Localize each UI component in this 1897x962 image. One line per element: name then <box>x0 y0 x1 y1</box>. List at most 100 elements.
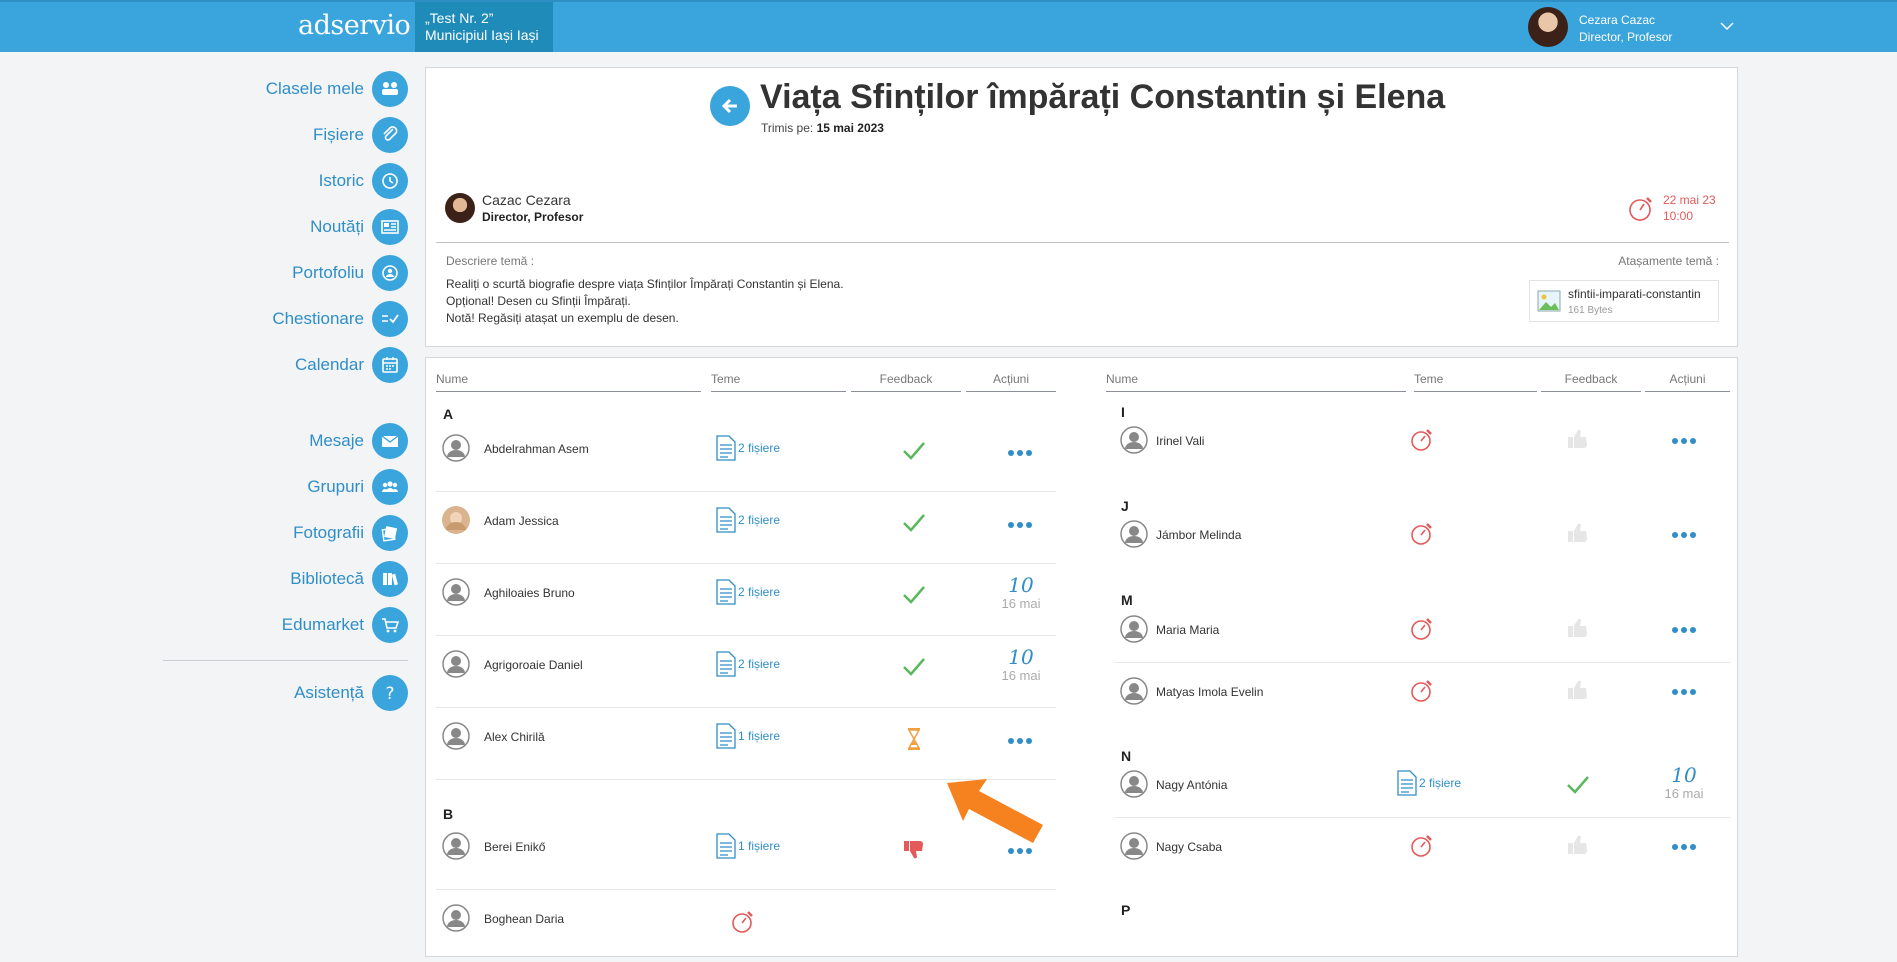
user-placeholder-icon <box>1120 832 1148 860</box>
more-options-icon[interactable] <box>1671 625 1697 635</box>
news-icon <box>372 209 408 245</box>
thumbs-down-icon <box>904 841 923 859</box>
sent-label: Trimis pe: <box>761 121 814 135</box>
more-options-icon[interactable] <box>1007 448 1033 458</box>
table-row: Aghiloaies Bruno 2 fișiere 10 16 mai <box>436 564 1056 636</box>
thumbs-up-icon <box>1568 680 1587 699</box>
user-placeholder-icon <box>442 722 470 750</box>
student-name[interactable]: Boghean Daria <box>484 912 564 926</box>
sidebar-item-help[interactable]: Asistență ? <box>294 674 408 712</box>
description-line: Notă! Regăsiți atașat un exemplu de dese… <box>446 311 679 325</box>
student-name[interactable]: Matyas Imola Evelin <box>1156 685 1263 699</box>
student-name[interactable]: Agrigoroaie Daniel <box>484 658 583 672</box>
student-name[interactable]: Abdelrahman Asem <box>484 442 589 456</box>
files-link[interactable]: 1 fișiere <box>716 833 780 859</box>
back-button[interactable] <box>710 86 750 126</box>
more-options-icon[interactable] <box>1007 520 1033 530</box>
sidebar-item-label: Fișiere <box>312 125 364 144</box>
attachment-item[interactable]: sfintii-imparati-constantin 161 Bytes <box>1529 280 1719 322</box>
more-options-icon[interactable] <box>1671 436 1697 446</box>
student-name[interactable]: Aghiloaies Bruno <box>484 586 575 600</box>
files-link[interactable]: 2 fișiere <box>716 579 780 605</box>
sidebar-item-groups[interactable]: Grupuri <box>307 468 408 506</box>
author-avatar <box>445 193 475 223</box>
attachment-size: 161 Bytes <box>1568 305 1613 316</box>
cart-icon <box>372 607 408 643</box>
sidebar-item-questionnaires[interactable]: Chestionare <box>272 300 408 338</box>
table-row: Matyas Imola Evelin <box>1114 663 1730 725</box>
table-row: Alex Chirilă 1 fișiere <box>436 708 1056 780</box>
sidebar-item-classes[interactable]: Clasele mele <box>266 70 408 108</box>
files-link[interactable]: 1 fișiere <box>716 723 780 749</box>
checkmark-icon <box>903 514 925 532</box>
table-row: Irinel Vali <box>1114 412 1730 484</box>
files-link[interactable]: 2 fișiere <box>716 651 780 677</box>
column-header-homework: Teme <box>1414 372 1537 392</box>
files-link[interactable]: 2 fișiere <box>716 507 780 533</box>
column-header-actions: Acțiuni <box>966 372 1056 392</box>
sidebar-item-edumarket[interactable]: Edumarket <box>282 606 408 644</box>
student-name[interactable]: Irinel Vali <box>1156 434 1204 448</box>
sent-date-value: 15 mai 2023 <box>816 121 884 135</box>
student-name[interactable]: Maria Maria <box>1156 623 1219 637</box>
student-name[interactable]: Nagy Csaba <box>1156 840 1222 854</box>
more-options-icon[interactable] <box>1671 530 1697 540</box>
classes-icon <box>372 71 408 107</box>
more-options-icon[interactable] <box>1671 687 1697 697</box>
library-icon <box>372 561 408 597</box>
chevron-down-icon[interactable] <box>1718 17 1736 35</box>
stopwatch-icon <box>1411 523 1432 545</box>
stopwatch-icon <box>1411 429 1432 451</box>
checklist-icon <box>372 301 408 337</box>
user-avatar[interactable] <box>1528 7 1568 47</box>
photos-icon <box>372 515 408 551</box>
files-link[interactable]: 2 fișiere <box>716 435 780 461</box>
sidebar-item-messages[interactable]: Mesaje <box>309 422 408 460</box>
more-options-icon[interactable] <box>1007 736 1033 746</box>
sent-date: Trimis pe: 15 mai 2023 <box>761 121 884 135</box>
more-options-icon[interactable] <box>1007 846 1033 856</box>
grade[interactable]: 10 16 mai <box>1654 764 1714 802</box>
document-icon <box>716 579 736 605</box>
student-name[interactable]: Jámbor Melinda <box>1156 528 1241 542</box>
student-name[interactable]: Adam Jessica <box>484 514 559 528</box>
student-name[interactable]: Nagy Antónia <box>1156 778 1227 792</box>
sidebar-item-library[interactable]: Bibliotecă <box>290 560 408 598</box>
sidebar-item-label: Asistență <box>294 683 364 702</box>
files-link[interactable]: 2 fișiere <box>1397 770 1461 796</box>
grade[interactable]: 10 16 mai <box>991 574 1051 612</box>
more-options-icon[interactable] <box>1671 842 1697 852</box>
sidebar-item-history[interactable]: Istoric <box>319 162 408 200</box>
sidebar-item-news[interactable]: Noutăți <box>310 208 408 246</box>
sidebar-item-photos[interactable]: Fotografii <box>293 514 408 552</box>
homework-details-card: Viața Sfinților împărați Constantin și E… <box>425 67 1738 347</box>
document-icon <box>1397 770 1417 796</box>
grade-date: 16 mai <box>1001 596 1041 611</box>
user-menu[interactable]: Cezara Cazac Director, Profesor <box>1579 12 1672 46</box>
checkmark-icon <box>903 658 925 676</box>
column-header-name: Nume <box>436 372 701 392</box>
student-name[interactable]: Alex Chirilă <box>484 730 545 744</box>
attachments-label: Atașamente temă : <box>1618 254 1719 268</box>
school-selector[interactable]: „Test Nr. 2” Municipiul Iași Iași <box>415 2 553 52</box>
files-count: 1 fișiere <box>738 729 781 743</box>
sidebar-item-files[interactable]: Fișiere <box>313 116 408 154</box>
description: Realiți o scurtă biografie despre viața … <box>446 276 844 327</box>
column-header-feedback: Feedback <box>1541 372 1641 392</box>
column-header-homework: Teme <box>711 372 846 392</box>
user-placeholder-icon <box>1120 520 1148 548</box>
app-logo[interactable]: adservio <box>298 10 411 41</box>
grade[interactable]: 10 16 mai <box>991 646 1051 684</box>
column-header-actions: Acțiuni <box>1645 372 1730 392</box>
user-placeholder-icon <box>442 578 470 606</box>
groups-icon <box>372 469 408 505</box>
sidebar-item-portfolio[interactable]: Portofoliu <box>292 254 408 292</box>
student-name[interactable]: Berei Enikő <box>484 840 545 854</box>
svg-text:?: ? <box>385 684 394 704</box>
stopwatch-icon <box>732 911 753 933</box>
thumbs-up-icon <box>1568 429 1587 448</box>
user-placeholder-icon <box>442 434 470 462</box>
sidebar-item-calendar[interactable]: Calendar <box>295 346 408 384</box>
table-row: Boghean Daria <box>436 890 1056 962</box>
files-count: 2 fișiere <box>738 441 781 455</box>
